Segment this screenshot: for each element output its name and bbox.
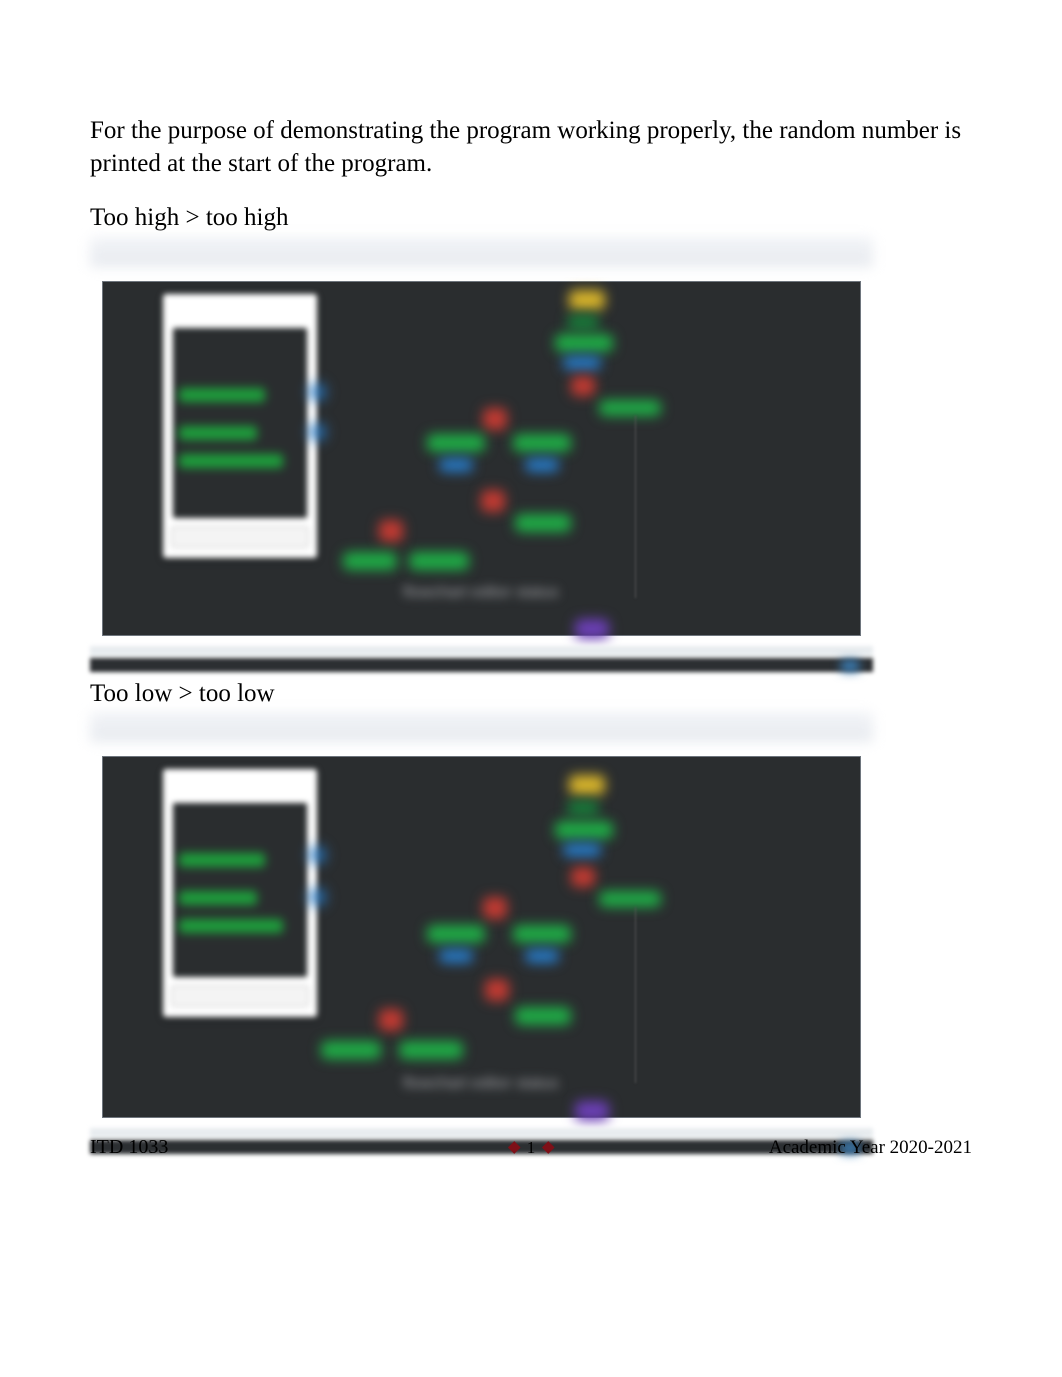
screenshot-too-low: flowchart editor status	[90, 712, 873, 1154]
flowchart-status-label: flowchart editor status	[403, 584, 559, 602]
flow-node-process	[409, 552, 469, 570]
flow-node-parallelogram	[525, 949, 559, 963]
flowchart-status-label: flowchart editor status	[403, 1075, 559, 1093]
flow-node	[567, 315, 599, 329]
console-input-field[interactable]	[171, 526, 309, 548]
console-output-line	[179, 388, 265, 402]
window-titlebar	[90, 712, 873, 742]
flow-node-process	[515, 1007, 571, 1025]
console-output-line	[179, 454, 283, 468]
flow-node-process	[599, 891, 661, 907]
flow-node-decision	[485, 979, 509, 1001]
scroll-indicator-icon	[309, 889, 325, 905]
flow-node-decision	[483, 408, 507, 430]
caption-too-high: Too high > too high	[90, 202, 972, 235]
flow-node-process	[399, 1041, 463, 1059]
console-output-line	[179, 426, 257, 440]
console-output-area	[173, 328, 307, 518]
console-output-area	[173, 803, 307, 977]
screenshot-bottom-bar	[90, 646, 873, 672]
scroll-indicator-icon	[309, 384, 325, 400]
flow-node-parallelogram	[563, 356, 601, 370]
flow-node-decision	[379, 520, 403, 542]
flow-node-parallelogram	[563, 843, 601, 857]
scroll-indicator-icon	[309, 847, 325, 863]
console-panel	[163, 769, 317, 1017]
flow-node-process	[427, 925, 485, 943]
flow-node-process	[515, 514, 571, 532]
flow-node-process	[513, 434, 571, 452]
console-output-line	[179, 853, 265, 867]
flow-node-parallelogram	[439, 458, 473, 472]
flow-node-process	[343, 552, 397, 570]
flow-node-process	[555, 334, 613, 352]
flow-node-end	[575, 1101, 609, 1121]
flow-node-start	[569, 775, 605, 795]
scroll-knob-icon	[841, 660, 859, 672]
flow-node	[567, 801, 599, 815]
diamond-icon	[541, 1141, 554, 1154]
diamond-icon	[508, 1141, 521, 1154]
flow-edge	[635, 416, 636, 598]
flow-node-parallelogram	[525, 458, 559, 472]
flowchart-canvas: flowchart editor status	[102, 281, 861, 636]
flow-node-decision	[379, 1009, 403, 1031]
document-page: For the purpose of demonstrating the pro…	[0, 0, 1062, 1154]
flowchart-canvas: flowchart editor status	[102, 756, 861, 1118]
flow-node-process	[599, 400, 661, 416]
flow-node-process	[555, 821, 613, 839]
flow-node-decision	[481, 490, 505, 512]
page-footer: ITD 1033 1 Academic Year 2020-2021	[90, 1136, 972, 1159]
console-input-field[interactable]	[171, 985, 309, 1007]
console-output-line	[179, 919, 283, 933]
console-panel	[163, 294, 317, 558]
flow-node-end	[575, 619, 609, 639]
footer-page-number: 1	[510, 1138, 553, 1158]
flow-edge	[635, 907, 636, 1083]
screenshot-too-high: flowchart editor status	[90, 237, 873, 672]
flow-node-process	[513, 925, 571, 943]
flow-node-process	[321, 1041, 381, 1059]
scroll-indicator-icon	[309, 424, 325, 440]
caption-too-low: Too low > too low	[90, 678, 972, 711]
flow-node-decision	[483, 897, 507, 919]
flow-node-decision	[571, 376, 595, 396]
window-titlebar	[90, 237, 873, 267]
flow-node-parallelogram	[439, 949, 473, 963]
console-output-line	[179, 891, 257, 905]
flow-node-start	[569, 290, 605, 310]
flow-node-decision	[571, 867, 595, 887]
footer-academic-year: Academic Year 2020-2021	[769, 1137, 972, 1159]
flow-node-process	[427, 434, 485, 452]
page-number-value: 1	[527, 1138, 536, 1158]
intro-paragraph: For the purpose of demonstrating the pro…	[90, 115, 972, 180]
footer-course-code: ITD 1033	[90, 1136, 168, 1159]
